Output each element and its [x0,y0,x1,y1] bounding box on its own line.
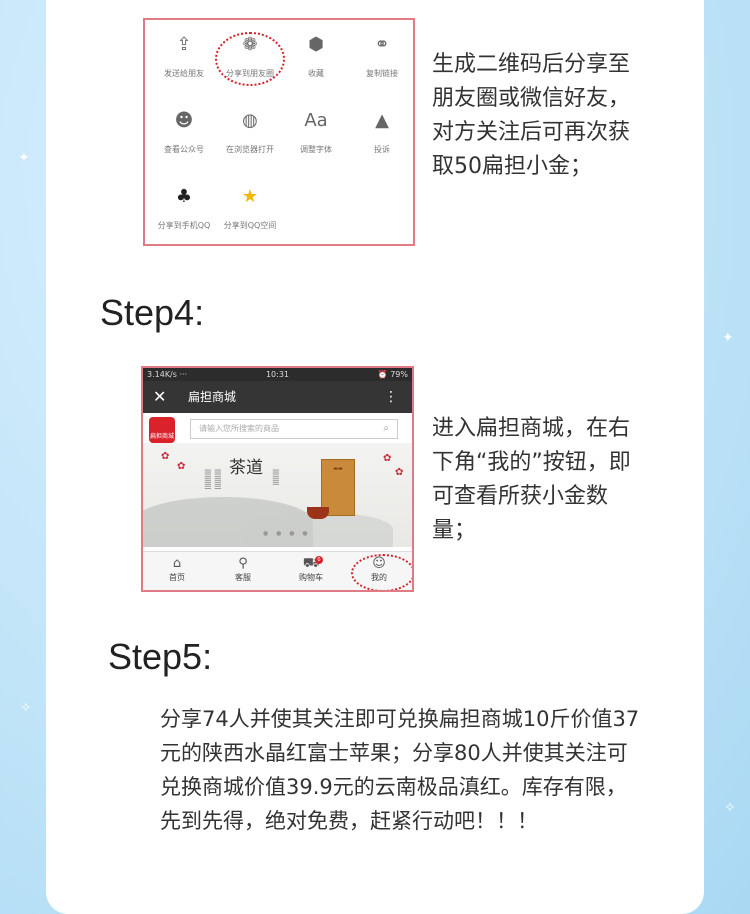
nav-service[interactable]: ⚲ 客服 [213,556,273,583]
step4-description: 进入扁担商城，在右下角“我的”按钮，即可查看所获小金数量； [432,416,631,543]
share-item-label: 分享到QQ空间 [223,221,277,230]
share-item-label: 调整字体 [300,145,332,154]
banner-title: 茶道 [229,458,263,478]
page-background: ✦ ✦ ✧ ✧ ⇪ 发送给朋友 ❁ 分享到朋友圈 ⬢ 收藏 ⚭ 复制链接 ☻ 查… [0,0,750,914]
share-menu-screenshot: ⇪ 发送给朋友 ❁ 分享到朋友圈 ⬢ 收藏 ⚭ 复制链接 ☻ 查看公众号 ◍ 在… [143,18,415,246]
share-item-label: 在浏览器打开 [226,145,274,154]
link-icon: ⚭ [374,34,390,55]
share-item-official-account[interactable]: ☻ 查看公众号 [151,108,217,155]
step5-heading: Step5: [108,636,213,677]
sparkle-decoration: ✧ [724,800,736,816]
step3-description: 生成二维码后分享至朋友圈或微信好友，对方关注后可再次获取50扁担小金； [432,52,631,179]
share-item-complain[interactable]: ▲ 投诉 [349,108,415,155]
search-row: 扁担商城 请输入您所搜索的商品 ⌕ [143,413,412,443]
tea-banner[interactable]: ✿ ✿ ✿ ✿ 茶道 |||||||||| |||||||||| |||||||… [143,443,412,547]
share-item-label: 查看公众号 [164,145,204,154]
status-time: 10:31 [265,370,290,379]
nav-label: 客服 [235,573,251,582]
banner-vertical-text: |||||||||| [214,469,221,490]
title-bar: ✕ 扁担商城 ⋮ [143,381,412,413]
tea-cup [307,507,329,519]
cart-icon: ⛟ [302,556,320,571]
highlight-circle-mine [351,554,412,590]
warning-icon: ▲ [375,110,389,131]
page-title: 扁担商城 [188,390,237,404]
tea-box-label: ▬▬ [333,466,343,472]
share-item-copy-link[interactable]: ⚭ 复制链接 [349,32,415,79]
plum-blossom-icon: ✿ [395,467,404,478]
step5-description: 分享74人并使其关注即可兑换扁担商城10斤价值37元的陕西水晶红富士苹果；分享8… [160,707,640,833]
status-bar: 3.14K/s ··· 10:31 ⏰ 79% [143,368,412,381]
carousel-dots[interactable]: ● ● ● ● [263,530,311,537]
close-icon[interactable]: ✕ [153,381,166,413]
sparkle-decoration: ✧ [20,700,32,716]
share-forward-icon: ⇪ [176,34,192,55]
mall-app-screenshot: 3.14K/s ··· 10:31 ⏰ 79% ✕ 扁担商城 ⋮ 扁担商城 请输… [141,366,414,592]
share-item-send-friend[interactable]: ⇪ 发送给朋友 [151,32,217,79]
official-account-icon: ☻ [174,110,194,131]
share-item-font-size[interactable]: Aa 调整字体 [283,108,349,155]
plum-blossom-icon: ✿ [177,461,186,472]
battery-status: ⏰ 79% [377,370,408,379]
browser-globe-icon: ◍ [242,110,258,131]
share-item-open-browser[interactable]: ◍ 在浏览器打开 [217,108,283,155]
plum-blossom-icon: ✿ [161,451,170,462]
more-menu-icon[interactable]: ⋮ [384,381,398,413]
search-placeholder: 请输入您所搜索的商品 [199,424,279,433]
mall-logo: 扁担商城 [149,417,175,443]
highlight-circle-moments [215,32,285,86]
plum-blossom-icon: ✿ [383,453,392,464]
share-item-label: 分享到手机QQ [157,221,211,230]
cart-badge: 0 [315,556,323,564]
share-item-favorite[interactable]: ⬢ 收藏 [283,32,349,79]
share-item-label: 投诉 [374,145,390,154]
qq-penguin-icon: ♣ [175,186,193,207]
step4-heading: Step4: [100,292,205,333]
share-item-label: 发送给朋友 [164,69,204,78]
search-icon[interactable]: ⌕ [383,420,389,438]
share-item-qzone[interactable]: ★ 分享到QQ空间 [217,184,283,231]
share-item-label: 复制链接 [366,69,398,78]
sparkle-decoration: ✦ [18,150,30,166]
qzone-star-icon: ★ [241,186,259,207]
nav-label: 购物车 [299,573,323,582]
search-input[interactable]: 请输入您所搜索的商品 ⌕ [190,419,398,439]
font-size-icon: Aa [304,110,328,131]
sparkle-decoration: ✦ [722,330,734,346]
nav-label: 首页 [169,573,185,582]
home-icon: ⌂ [172,556,182,571]
banner-vertical-text: |||||||||| [204,469,211,490]
favorite-cube-icon: ⬢ [308,34,324,55]
share-item-label: 收藏 [308,69,324,78]
nav-cart[interactable]: ⛟ 0 购物车 [281,556,341,583]
nav-home[interactable]: ⌂ 首页 [147,556,207,583]
share-item-qq[interactable]: ♣ 分享到手机QQ [151,184,217,231]
banner-vertical-text: |||||||| [272,469,279,486]
location-pin-icon: ⚲ [238,556,248,571]
